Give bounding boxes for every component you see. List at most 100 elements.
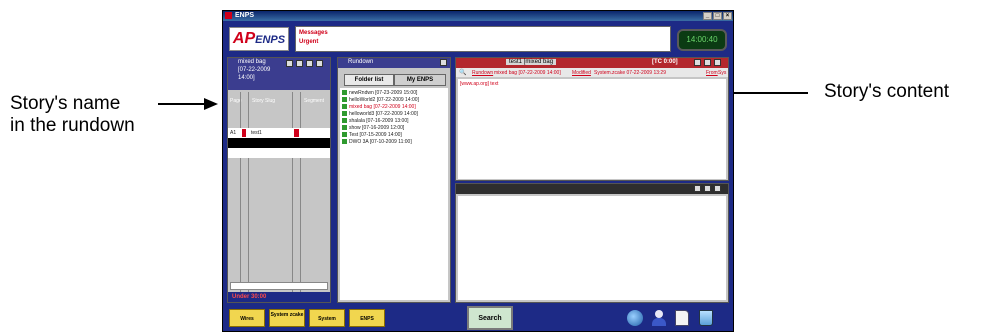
rundown-stories-panel: mixed bag [07-22-2009 14:00] Page Story … — [227, 57, 331, 303]
panel-maximize-icon[interactable] — [704, 185, 711, 192]
secondary-panel — [455, 183, 729, 303]
panel-close-icon[interactable] — [316, 60, 323, 67]
search-button[interactable]: Search — [467, 306, 513, 330]
list-item[interactable]: newRndwn [07-23-2009 15:00] — [342, 90, 419, 97]
secondary-panel-body — [458, 196, 726, 300]
folder-system-zcake[interactable]: System zcake — [269, 309, 305, 327]
rundown-list-items: newRndwn [07-23-2009 15:00] helloWorld2 … — [342, 90, 419, 146]
urgent-label: Urgent — [299, 39, 319, 45]
rundown-icon — [342, 90, 347, 96]
folder-enps[interactable]: ENPS — [349, 309, 385, 327]
story-title: test1 [mixed bag — [506, 59, 557, 65]
window-title: ENPS — [235, 12, 255, 19]
panel-close-icon[interactable] — [714, 59, 721, 66]
ap-logo-text: AP — [232, 30, 256, 47]
list-item-label: helloworld3 [07-22-2009 14:00] — [349, 111, 418, 117]
rundown-title-line2: [07-22-2009 — [238, 67, 271, 73]
list-item-selected[interactable]: mixed bag [07-22-2009 14:00] — [342, 104, 419, 111]
table-row[interactable] — [228, 148, 330, 158]
story-segment-marker — [294, 129, 299, 137]
rundown-stories-header: mixed bag [07-22-2009 14:00] — [228, 58, 330, 90]
column-divider — [292, 92, 293, 292]
enps-app-window: ENPS _ □ × APENPS Messages Urgent 14:00:… — [222, 10, 734, 332]
column-header-segment[interactable]: Segment — [304, 98, 324, 104]
globe-icon[interactable] — [627, 310, 643, 326]
list-item-label: shalala [07-16-2009 13:00] — [349, 118, 409, 124]
info-modified-link[interactable]: Modified — [572, 70, 591, 76]
list-item-label: helloWorld2 [07-22-2009 14:00] — [349, 97, 419, 103]
search-icon[interactable]: 🔍 — [459, 69, 466, 76]
rundown-title-line3: 14:00] — [238, 75, 255, 81]
rundown-list-title: Rundown — [348, 59, 374, 65]
panel-options-icon[interactable] — [286, 60, 293, 67]
panel-print-icon[interactable] — [296, 60, 303, 67]
rundown-title-line1: mixed bag — [238, 59, 266, 65]
info-rundown-value: mixed bag [07-22-2009 14:00] — [494, 70, 561, 76]
close-button[interactable]: × — [723, 12, 732, 20]
rundown-list-header: Rundown — [338, 58, 450, 68]
column-divider — [248, 92, 249, 292]
enps-logo-text: ENPS — [255, 34, 286, 46]
info-modified-value: System.zcake 07-22-2009 13:29 — [594, 70, 666, 76]
story-page: A1 — [230, 130, 237, 136]
messages-label: Messages — [299, 30, 328, 36]
folder-system-zcake-label: System zcake — [270, 312, 304, 318]
rundown-footer: Under 30:00 — [228, 292, 330, 302]
message-box[interactable]: Messages Urgent — [295, 26, 671, 52]
story-timecode: [TC 0:00] — [652, 59, 678, 65]
table-row[interactable]: A1 test1 — [228, 128, 330, 138]
info-rundown-link[interactable]: Rundown — [472, 70, 493, 76]
story-body-editor[interactable]: [www.ap.org] text — [458, 79, 726, 179]
horizontal-scrollbar[interactable] — [230, 282, 328, 290]
annotation-story-name: Story's name in the rundown — [10, 93, 135, 137]
story-header: test1 [mixed bag [TC 0:00] — [456, 58, 728, 68]
rundown-icon — [342, 104, 347, 110]
ap-enps-logo: APENPS — [229, 27, 289, 51]
list-item[interactable]: helloworld3 [07-22-2009 14:00] — [342, 111, 419, 118]
people-icon[interactable] — [651, 310, 667, 326]
folder-wires[interactable]: Wires — [229, 309, 265, 327]
column-divider — [240, 92, 241, 292]
panel-restore-icon[interactable] — [306, 60, 313, 67]
panel-restore-icon[interactable] — [440, 59, 447, 66]
window-titlebar: ENPS _ □ × — [223, 11, 733, 21]
folder-system[interactable]: System — [309, 309, 345, 327]
maximize-button[interactable]: □ — [713, 12, 722, 20]
document-icon[interactable] — [675, 310, 689, 326]
info-from-value: Sys — [718, 70, 727, 76]
annotation-story-name-line1: Story's name — [10, 93, 121, 114]
story-status-marker — [242, 129, 246, 137]
column-header-story-slug[interactable]: Story Slug — [252, 98, 275, 104]
list-item[interactable]: shalala [07-16-2009 13:00] — [342, 118, 419, 125]
list-item-label: newRndwn [07-23-2009 15:00] — [349, 90, 418, 96]
panel-close-icon[interactable] — [714, 185, 721, 192]
clock-display: 14:00:40 — [677, 29, 727, 51]
list-item-label: Test [07-15-2009 14:00] — [349, 132, 402, 138]
list-item[interactable]: show [07-16-2009 12:00] — [342, 125, 419, 132]
list-item[interactable]: DWO 3A [07-10-2009 11:00] — [342, 139, 419, 146]
rundown-icon — [342, 132, 347, 138]
list-item[interactable]: Test [07-15-2009 14:00] — [342, 132, 419, 139]
panel-restore-icon[interactable] — [694, 185, 701, 192]
rundown-icon — [342, 125, 347, 131]
story-info-bar: 🔍 Rundown mixed bag [07-22-2009 14:00] M… — [456, 68, 728, 77]
tab-my-enps[interactable]: My ENPS — [394, 74, 446, 86]
list-item-label: show [07-16-2009 12:00] — [349, 125, 405, 131]
list-item-label: mixed bag [07-22-2009 14:00] — [349, 104, 416, 110]
story-body-text: [www.ap.org] text — [460, 81, 499, 87]
story-content-panel: test1 [mixed bag [TC 0:00] 🔍 Rundown mix… — [455, 57, 729, 181]
secondary-panel-header — [456, 184, 728, 194]
info-from-link[interactable]: From — [706, 70, 718, 76]
panel-restore-icon[interactable] — [694, 59, 701, 66]
minimize-button[interactable]: _ — [703, 12, 712, 20]
rundown-icon — [342, 97, 347, 103]
panel-maximize-icon[interactable] — [704, 59, 711, 66]
list-item[interactable]: helloWorld2 [07-22-2009 14:00] — [342, 97, 419, 104]
story-slug: test1 — [251, 130, 262, 136]
timing-status: Under 30:00 — [232, 294, 267, 300]
app-icon — [225, 12, 232, 19]
list-item-label: DWO 3A [07-10-2009 11:00] — [349, 139, 412, 145]
tab-folder-list[interactable]: Folder list — [344, 74, 394, 86]
trash-icon[interactable] — [699, 310, 713, 326]
table-row-selected[interactable] — [228, 138, 330, 148]
